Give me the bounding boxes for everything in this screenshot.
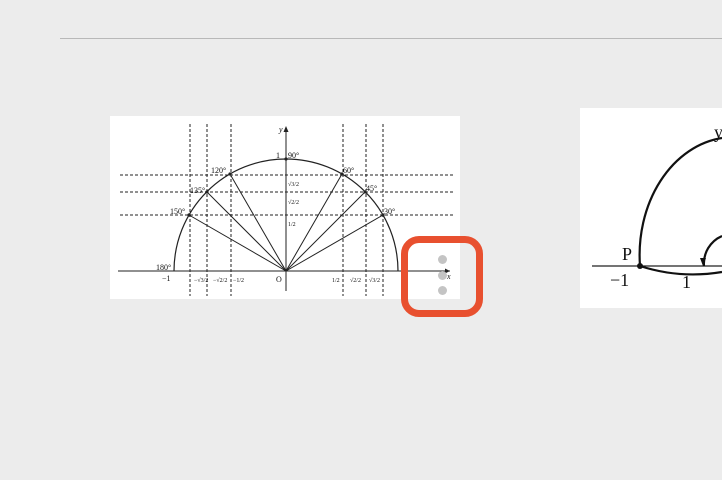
origin-label: O — [276, 275, 282, 284]
angle-label-90: 90° — [288, 151, 299, 160]
side-y-axis-label: y — [714, 122, 722, 142]
top-divider — [60, 38, 722, 39]
angle-label-180: 180° — [156, 263, 171, 272]
y-tick-sqrt2-2: √2/2 — [288, 199, 299, 206]
more-vertical-icon-dot-3 — [437, 286, 447, 295]
x-tick-neg-1: −1 — [162, 274, 171, 283]
point-p-label: P — [622, 244, 632, 264]
semicircle-diagram: P y −1 1 — [592, 122, 722, 292]
y-axis-label: y — [278, 125, 283, 134]
x-tick-sqrt3-2: √3/2 — [369, 277, 380, 284]
y-tick-1: 1 — [276, 151, 280, 160]
more-options-button[interactable] — [428, 251, 456, 299]
x-tick-sqrt2-2: √2/2 — [350, 277, 361, 284]
angle-label-135: 135° — [190, 186, 205, 195]
angle-label-30: 30° — [384, 207, 395, 216]
y-tick-half: 1/2 — [288, 222, 296, 228]
angle-label-45: 45° — [366, 184, 377, 193]
side-neg-1-label: −1 — [610, 270, 629, 290]
more-vertical-icon-dot-2 — [437, 270, 447, 280]
y-tick-sqrt3-2: √3/2 — [288, 181, 299, 188]
angle-label-120: 120° — [211, 166, 226, 175]
side-1-label: 1 — [682, 272, 691, 292]
angle-label-150: 150° — [170, 207, 185, 216]
x-tick-neg-half: −1/2 — [233, 278, 244, 284]
x-tick-neg-sqrt3-2: −√3/2 — [194, 277, 208, 284]
x-tick-half: 1/2 — [332, 278, 340, 284]
more-vertical-icon — [437, 255, 447, 264]
semicircle-figure-card[interactable]: P y −1 1 — [580, 108, 722, 308]
angle-label-60: 60° — [343, 166, 354, 175]
x-tick-neg-sqrt2-2: −√2/2 — [213, 277, 227, 284]
